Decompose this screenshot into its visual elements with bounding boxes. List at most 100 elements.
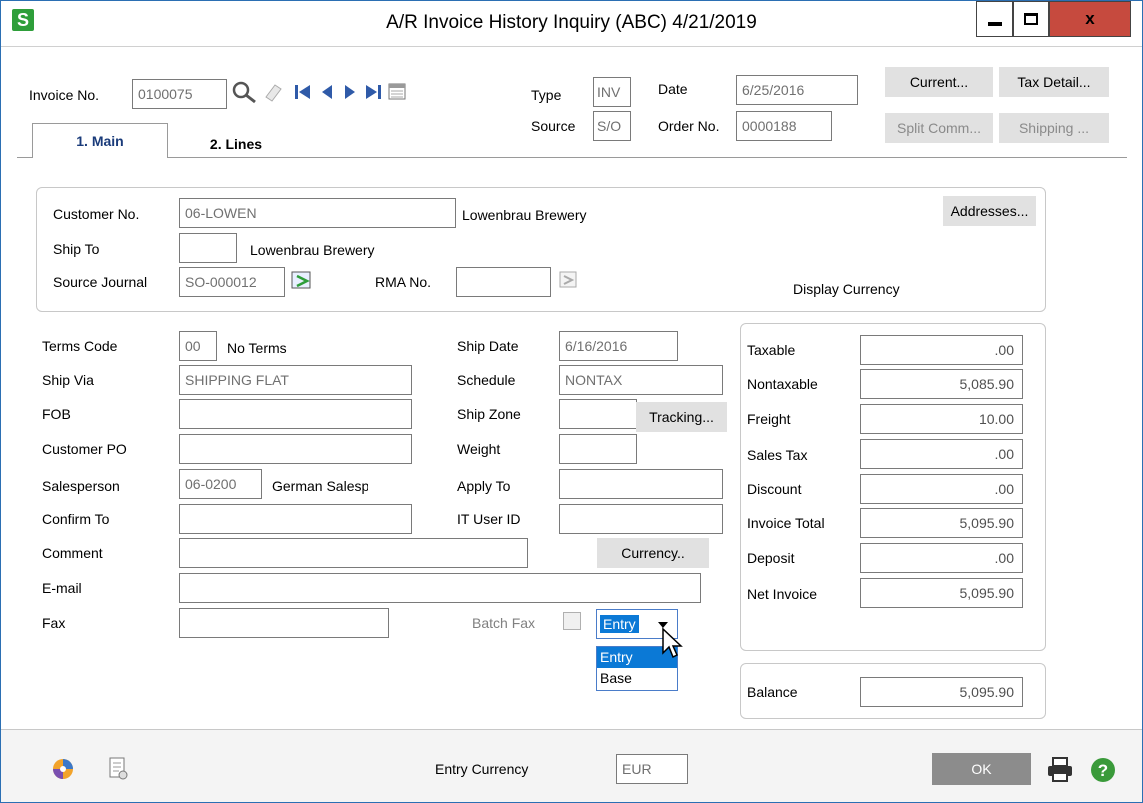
addresses-button[interactable]: Addresses... bbox=[943, 196, 1036, 226]
fax-field bbox=[179, 608, 389, 638]
email-label: E-mail bbox=[42, 580, 82, 596]
svg-text:?: ? bbox=[1098, 761, 1108, 780]
next-record-icon[interactable] bbox=[342, 83, 358, 101]
type-label: Type bbox=[531, 87, 562, 103]
minimize-button[interactable] bbox=[976, 1, 1013, 37]
inquiry-window: S A/R Invoice History Inquiry (ABC) 4/21… bbox=[0, 0, 1143, 803]
mouse-cursor-icon bbox=[662, 627, 683, 659]
comment-field bbox=[179, 538, 528, 568]
date-label: Date bbox=[658, 81, 688, 97]
deposit-label: Deposit bbox=[747, 550, 795, 566]
search-icon[interactable] bbox=[231, 80, 261, 104]
taxable-field: .00 bbox=[860, 335, 1023, 365]
apply-to-label: Apply To bbox=[457, 478, 511, 494]
nontaxable-label: Nontaxable bbox=[747, 376, 818, 392]
source-journal-field: SO-000012 bbox=[179, 267, 285, 297]
balance-field: 5,095.90 bbox=[860, 677, 1023, 707]
drill-down-icon[interactable] bbox=[289, 269, 315, 293]
maximize-button[interactable] bbox=[1013, 1, 1049, 37]
ship-via-label: Ship Via bbox=[42, 372, 94, 388]
fob-field bbox=[179, 399, 412, 429]
current-button[interactable]: Current... bbox=[885, 67, 993, 97]
window-title: A/R Invoice History Inquiry (ABC) 4/21/2… bbox=[386, 12, 757, 33]
freight-field: 10.00 bbox=[860, 404, 1023, 434]
terms-code-field: 00 bbox=[179, 331, 217, 361]
previous-record-icon[interactable] bbox=[319, 83, 335, 101]
terms-desc: No Terms bbox=[227, 340, 287, 356]
ship-date-field: 6/16/2016 bbox=[559, 331, 678, 361]
batch-fax-checkbox[interactable] bbox=[563, 612, 581, 630]
ship-to-field bbox=[179, 233, 237, 263]
order-no-field: 0000188 bbox=[736, 111, 832, 141]
nontaxable-field: 5,085.90 bbox=[860, 369, 1023, 399]
balance-label: Balance bbox=[747, 684, 798, 700]
salesperson-label: Salesperson bbox=[42, 478, 120, 494]
tracking-button[interactable]: Tracking... bbox=[636, 402, 727, 432]
invoice-total-label: Invoice Total bbox=[747, 515, 825, 531]
close-button[interactable]: x bbox=[1049, 1, 1131, 37]
ship-to-name: Lowenbrau Brewery bbox=[250, 242, 375, 258]
sales-tax-label: Sales Tax bbox=[747, 447, 808, 463]
invoice-no-label: Invoice No. bbox=[29, 87, 100, 103]
help-icon[interactable]: ? bbox=[1089, 756, 1117, 784]
source-label: Source bbox=[531, 118, 576, 134]
customer-no-field: 06-LOWEN bbox=[179, 198, 456, 228]
customer-no-label: Customer No. bbox=[53, 206, 140, 222]
customer-name: Lowenbrau Brewery bbox=[462, 207, 587, 223]
customer-po-label: Customer PO bbox=[42, 441, 127, 457]
ship-to-label: Ship To bbox=[53, 241, 100, 257]
batch-fax-label: Batch Fax bbox=[472, 615, 536, 631]
split-comm-button[interactable]: Split Comm... bbox=[885, 113, 993, 143]
invoice-total-field: 5,095.90 bbox=[860, 508, 1023, 538]
help-wheel-icon[interactable] bbox=[51, 757, 75, 781]
zoom-lookup-icon[interactable] bbox=[263, 81, 285, 103]
invoice-no-field[interactable]: 0100075 bbox=[132, 79, 227, 109]
source-journal-label: Source Journal bbox=[53, 274, 148, 290]
ok-button[interactable]: OK bbox=[932, 753, 1031, 785]
ship-via-field: SHIPPING FLAT bbox=[179, 365, 412, 395]
salesperson-field: 06-0200 bbox=[179, 469, 262, 499]
ship-zone-label: Ship Zone bbox=[457, 406, 521, 422]
rma-no-field bbox=[456, 267, 551, 297]
it-user-id-label: IT User ID bbox=[457, 511, 521, 527]
first-record-icon[interactable] bbox=[293, 83, 313, 101]
it-user-id-field bbox=[559, 504, 723, 534]
net-invoice-field: 5,095.90 bbox=[860, 578, 1023, 608]
discount-field: .00 bbox=[860, 474, 1023, 504]
tab-lines[interactable]: 2. Lines bbox=[171, 127, 301, 162]
shipping-button[interactable]: Shipping ... bbox=[999, 113, 1109, 143]
ship-date-label: Ship Date bbox=[457, 338, 519, 354]
tax-detail-button[interactable]: Tax Detail... bbox=[999, 67, 1109, 97]
weight-label: Weight bbox=[457, 441, 501, 457]
dropdown-option-base[interactable]: Base bbox=[597, 668, 677, 689]
printer-icon[interactable] bbox=[1045, 756, 1075, 784]
date-field: 6/25/2016 bbox=[736, 75, 858, 105]
schedule-field: NONTAX bbox=[559, 365, 723, 395]
tab-main[interactable]: 1. Main bbox=[32, 123, 168, 158]
apply-to-field bbox=[559, 469, 723, 499]
salesperson-name: German Salespers bbox=[272, 478, 368, 494]
rma-no-label: RMA No. bbox=[375, 274, 432, 290]
rma-lookup-icon[interactable] bbox=[557, 269, 581, 291]
customer-po-field bbox=[179, 434, 412, 464]
calendar-icon[interactable] bbox=[387, 81, 407, 101]
schedule-label: Schedule bbox=[457, 372, 516, 388]
display-currency-selected: Entry bbox=[600, 615, 639, 633]
entry-currency-field: EUR bbox=[616, 754, 688, 784]
currency-button[interactable]: Currency.. bbox=[597, 538, 709, 568]
ship-zone-field bbox=[559, 399, 637, 429]
report-icon[interactable] bbox=[107, 756, 129, 782]
taxable-label: Taxable bbox=[747, 342, 796, 358]
title-bar: S A/R Invoice History Inquiry (ABC) 4/21… bbox=[1, 1, 1142, 47]
minimize-icon bbox=[987, 22, 1002, 26]
confirm-to-field bbox=[179, 504, 412, 534]
source-field: S/O bbox=[593, 111, 631, 141]
comment-label: Comment bbox=[42, 545, 103, 561]
order-no-label: Order No. bbox=[658, 118, 720, 134]
last-record-icon[interactable] bbox=[363, 83, 383, 101]
freight-label: Freight bbox=[747, 411, 791, 427]
maximize-icon bbox=[1024, 13, 1038, 25]
type-field: INV bbox=[593, 77, 631, 107]
net-invoice-label: Net Invoice bbox=[747, 586, 818, 602]
display-currency-label: Display Currency bbox=[793, 281, 900, 297]
